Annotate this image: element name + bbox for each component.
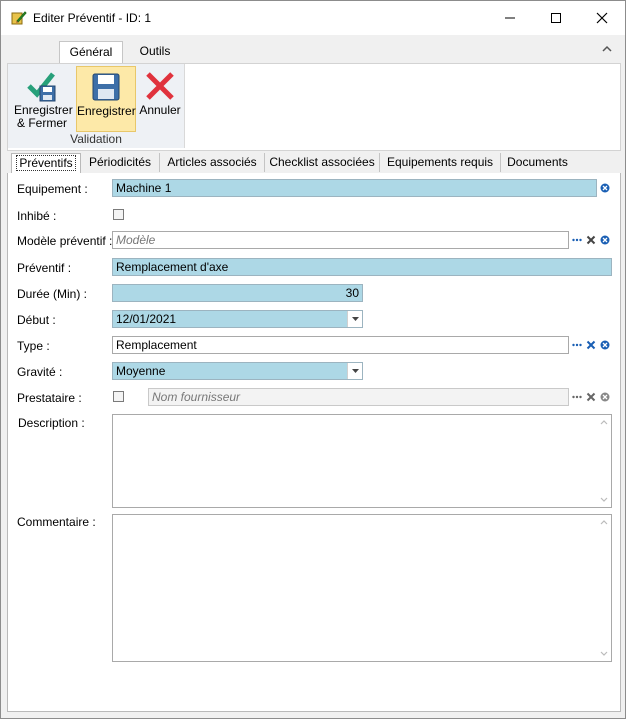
equipement-label: Equipement : [17,182,88,196]
collapse-ribbon-icon[interactable] [601,43,613,55]
ellipsis-icon [572,238,582,242]
prestataire-delete-button[interactable] [584,389,598,405]
ribbon-group-validation: Enregistrer & Fermer Enregistrer Annuler… [8,64,185,148]
ribbon-tab-bar: Général Outils [1,35,625,64]
tab-documents[interactable]: Documents [501,153,574,172]
maximize-button[interactable] [533,1,579,35]
cancel-x-icon [146,72,174,100]
ribbon-tab-general[interactable]: Général [59,41,123,64]
equipement-field[interactable]: Machine 1 [112,179,597,197]
debut-label: Début : [17,313,56,327]
modele-label: Modèle préventif : [17,234,113,248]
prestataire-checkbox[interactable] [113,391,124,402]
circle-x-icon [600,183,610,193]
tab-articles-associes[interactable]: Articles associés [160,153,265,172]
type-clear-button[interactable] [598,337,612,353]
description-textarea[interactable] [112,414,612,508]
x-icon [586,392,596,402]
modele-clear-button[interactable] [598,232,612,248]
close-window-button[interactable] [579,1,625,35]
scroll-down-icon [600,497,608,502]
scroll-down-icon [600,651,608,656]
cancel-label: Annuler [139,103,181,117]
ribbon-group-label: Validation [70,132,122,146]
type-browse-button[interactable] [570,337,584,353]
gravite-label: Gravité : [17,365,63,379]
inhibe-label: Inhibé : [17,209,57,223]
modele-delete-button[interactable] [584,232,598,248]
save-label: Enregistrer [77,104,136,118]
duree-field[interactable]: 30 [112,284,363,302]
ellipsis-icon [572,343,582,347]
chevron-down-icon [351,317,359,321]
tab-equipements-requis[interactable]: Equipements requis [380,153,501,172]
x-icon [586,235,596,245]
debut-dropdown-button[interactable] [347,311,362,327]
circle-x-icon [600,340,610,350]
ribbon: Enregistrer & Fermer Enregistrer Annuler… [7,63,621,151]
ribbon-tab-outils[interactable]: Outils [129,41,181,63]
save-and-close-button[interactable]: Enregistrer & Fermer [14,66,73,132]
tab-preventifs-label: Préventifs [16,155,76,171]
debut-value: 12/01/2021 [116,312,177,326]
debut-date-field[interactable]: 12/01/2021 [112,310,363,328]
minimize-icon [505,17,515,19]
x-icon [586,340,596,350]
minimize-button[interactable] [487,1,533,35]
preventif-label: Préventif : [17,261,72,275]
maximize-icon [551,13,561,23]
prestataire-placeholder: Nom fournisseur [152,390,241,404]
window-title: Editer Préventif - ID: 1 [33,11,152,25]
prestataire-browse-button[interactable] [570,389,584,405]
circle-x-icon [600,392,610,402]
pencil-edit-icon [11,11,27,25]
scroll-up-icon [600,420,608,425]
prestataire-label: Prestataire : [17,391,82,405]
type-delete-button[interactable] [584,337,598,353]
tab-periodicites[interactable]: Périodicités [81,153,160,172]
form-tab-bar: Préventifs Périodicités Articles associé… [7,153,619,174]
commentaire-label: Commentaire : [17,515,96,529]
editor-window: Editer Préventif - ID: 1 Général Outils [0,0,626,719]
tab-preventifs[interactable]: Préventifs [11,153,81,174]
type-label: Type : [17,339,50,353]
modele-browse-button[interactable] [570,232,584,248]
gravite-select[interactable]: Moyenne [112,362,363,380]
gravite-value: Moyenne [116,364,166,378]
description-label: Description : [18,416,85,430]
duree-label: Durée (Min) : [17,287,88,301]
description-scrollbar[interactable] [597,415,611,507]
commentaire-textarea[interactable] [112,514,612,662]
inhibe-checkbox[interactable] [113,209,124,220]
save-button[interactable]: Enregistrer [76,66,136,132]
chevron-down-icon [351,369,359,373]
preventif-form-panel: Equipement : Machine 1 Inhibé : Modèle p… [7,173,621,712]
close-icon [596,12,608,24]
cancel-button[interactable]: Annuler [138,66,182,132]
prestataire-clear-button[interactable] [598,389,612,405]
equipement-clear-button[interactable] [598,180,612,196]
type-field[interactable]: Remplacement [112,336,569,354]
modele-field[interactable]: Modèle [112,231,569,249]
preventif-field[interactable]: Remplacement d'axe [112,258,612,276]
modele-placeholder: Modèle [116,233,156,247]
save-icon [92,73,120,101]
prestataire-field[interactable]: Nom fournisseur [148,388,569,406]
scroll-up-icon [600,520,608,525]
save-and-close-label: Enregistrer & Fermer [14,103,73,130]
gravite-dropdown-button[interactable] [347,363,362,379]
title-bar: Editer Préventif - ID: 1 [1,1,625,35]
tab-checklist-associees[interactable]: Checklist associées [265,153,380,172]
commentaire-scrollbar[interactable] [597,515,611,661]
save-close-icon [27,72,56,102]
ellipsis-icon [572,395,582,399]
circle-x-icon [600,235,610,245]
